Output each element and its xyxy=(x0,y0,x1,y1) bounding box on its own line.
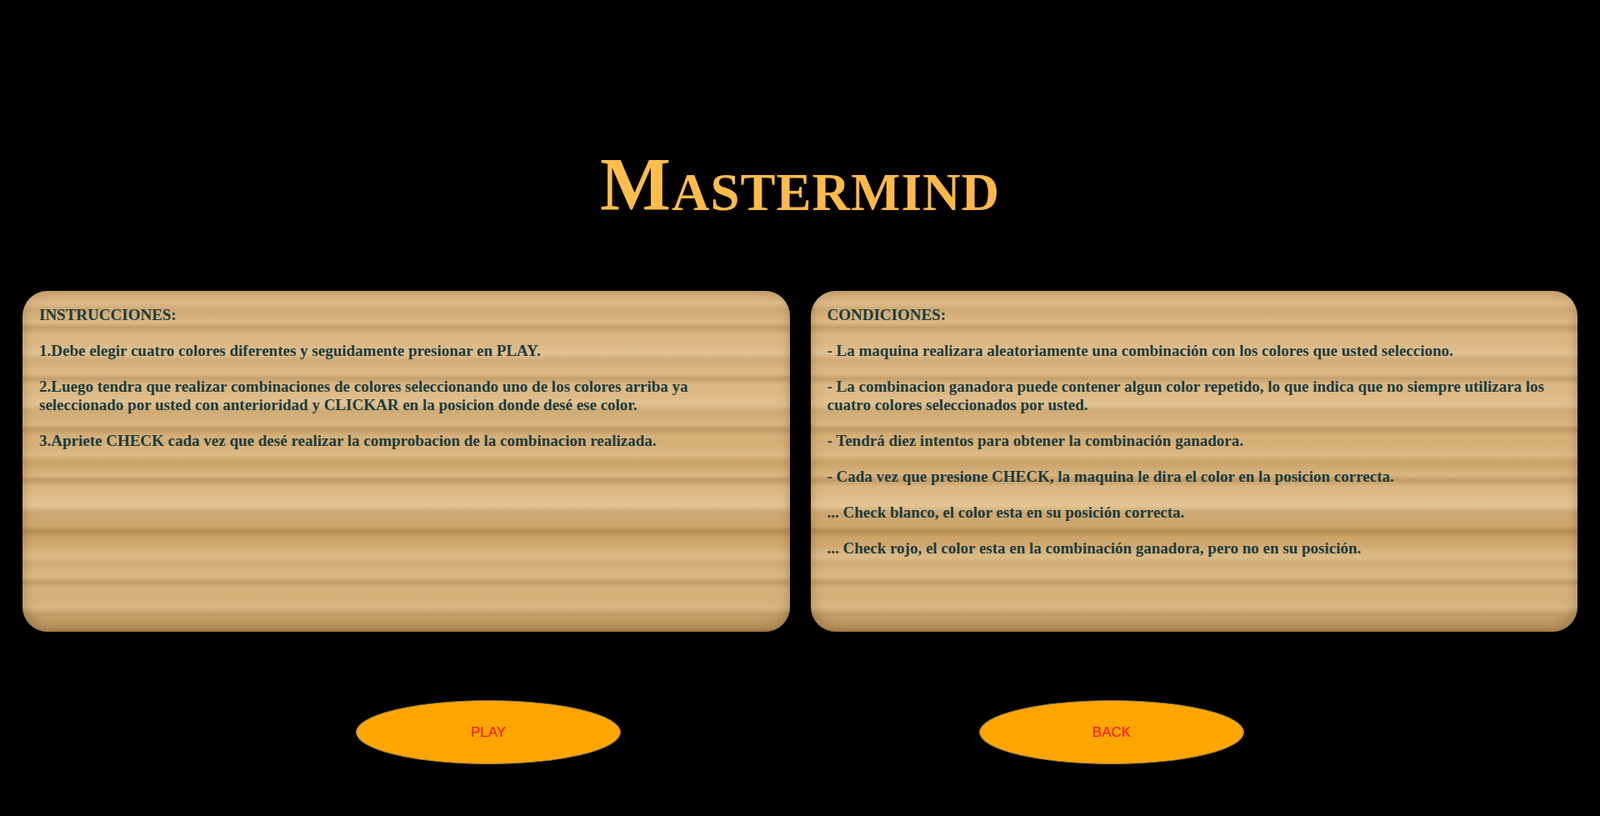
panel-line: ... Check rojo, el color esta en la comb… xyxy=(827,539,1562,558)
panel-line: - La combinacion ganadora puede contener… xyxy=(827,377,1562,415)
back-button[interactable]: BACK xyxy=(979,700,1245,765)
panel-heading: CONDICIONES: xyxy=(827,305,1562,325)
panel-line: 3.Apriete CHECK cada vez que desé realiz… xyxy=(39,431,774,450)
panel-line: ... Check blanco, el color esta en su po… xyxy=(827,503,1562,522)
panel-line: 1.Debe elegir cuatro colores diferentes … xyxy=(39,341,774,360)
panel-line: 2.Luego tendra que realizar combinacione… xyxy=(39,377,774,415)
conditions-panel: CONDICIONES: - La maquina realizara aleat… xyxy=(810,290,1579,632)
page-title: Mastermind xyxy=(0,0,1600,291)
play-button[interactable]: PLAY xyxy=(355,700,621,765)
panel-line: - La maquina realizara aleatoriamente un… xyxy=(827,341,1562,360)
panel-heading: INSTRUCCIONES: xyxy=(39,305,774,325)
panel-line: - Tendrá diez intentos para obtener la c… xyxy=(827,431,1562,450)
panel-line: - Cada vez que presione CHECK, la maquin… xyxy=(827,467,1562,486)
instructions-panel: INSTRUCCIONES: 1.Debe elegir cuatro color… xyxy=(22,290,790,632)
button-row: PLAY BACK xyxy=(0,631,1600,790)
panels-row: INSTRUCCIONES: 1.Debe elegir cuatro color… xyxy=(0,290,1600,632)
